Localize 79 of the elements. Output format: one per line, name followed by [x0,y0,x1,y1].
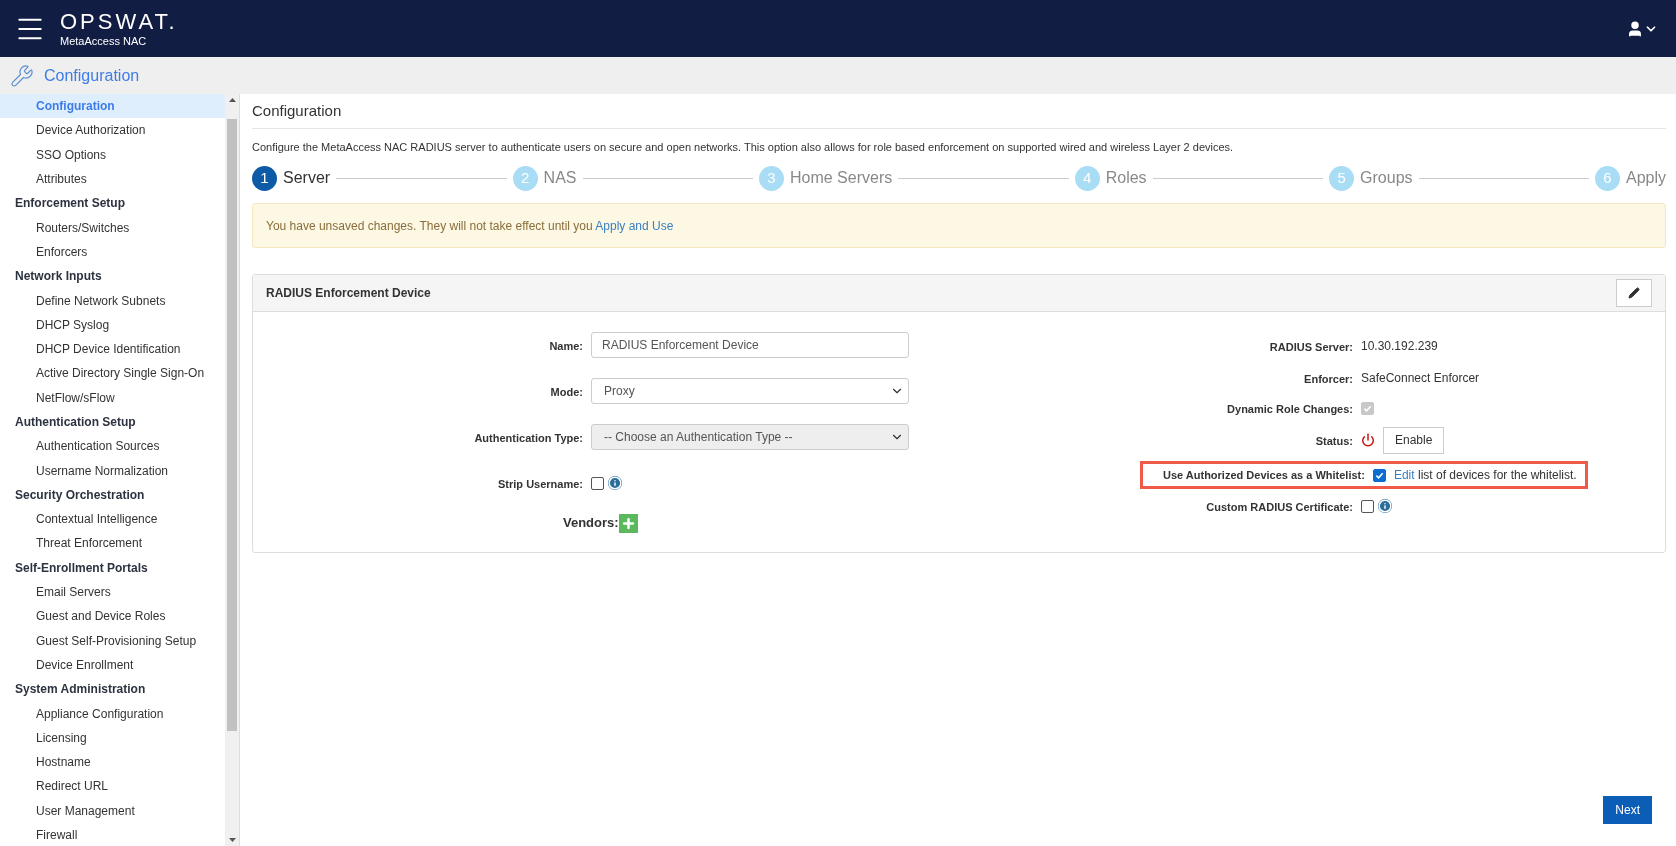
section-title: Configuration [44,65,140,86]
sidebar-item[interactable]: Appliance Configuration [0,701,225,726]
sidebar-group: Network Inputs [0,264,225,289]
sidebar-item[interactable]: Redirect URL [0,774,225,799]
alert-text: You have unsaved changes. They will not take effect until you [266,218,593,233]
checkbox[interactable] [1372,468,1386,482]
sidebar-item[interactable]: DHCP Syslog [0,312,225,337]
field-value: 10.30.192.239 [1361,338,1438,355]
power-icon [1361,433,1375,447]
sidebar-item[interactable]: Device Authorization [0,118,225,143]
user-icon [1626,19,1644,38]
wizard-step[interactable]: 6 Apply [1595,165,1667,191]
sidebar-item[interactable]: Authentication Sources [0,434,225,459]
sidebar-item[interactable]: Licensing [0,725,225,750]
wizard-step[interactable]: 5 Groups [1329,165,1413,191]
sidebar-item[interactable]: DHCP Device Identification [0,336,225,362]
field-label: Name: [549,340,583,352]
sidebar-item[interactable]: Username Normalization [0,458,225,483]
pencil-icon [1628,287,1640,299]
field-label: Mode: [550,386,583,398]
sidebar-item[interactable]: Attributes [0,166,225,192]
sidebar-group: Security Orchestration [0,482,225,508]
sidebar-item[interactable]: Routers/Switches [0,215,225,240]
text-field[interactable]: RADIUS Enforcement Device [591,332,909,358]
sidebar-item[interactable]: Guest and Device Roles [0,604,225,629]
field-label: Strip Username: [498,478,583,490]
sidebar-item[interactable]: Enforcers [0,239,225,265]
wizard-step[interactable]: 3 Home Servers [758,165,893,191]
sidebar-item[interactable]: Hostname [0,750,225,775]
sidebar-item[interactable]: Firewall [0,822,225,846]
field-label: Use Authorized Devices as a Whitelist: [1163,467,1365,483]
field-label: Authentication Type: [474,432,583,444]
field-label: Custom RADIUS Certificate: [1206,501,1353,513]
checkmark-icon [1374,470,1384,480]
sidebar-item[interactable]: Contextual Intelligence [0,507,225,532]
apply-link[interactable]: Apply and Use [595,218,674,233]
sidebar-item[interactable]: Define Network Subnets [0,288,225,313]
wizard-step[interactable]: 2 NAS [512,165,577,191]
edit-button[interactable] [1616,279,1652,307]
field-label: Dynamic Role Changes: [1227,403,1353,415]
checkmark-icon [1363,403,1372,413]
checkbox[interactable] [1361,499,1374,513]
sidebar-item[interactable]: Guest Self-Provisioning Setup [0,628,225,653]
sidebar-item[interactable]: User Management [0,798,225,823]
sidebar-item[interactable]: SSO Options [0,142,225,167]
info-icon[interactable] [1378,499,1392,513]
field-label: RADIUS Server: [1269,341,1353,353]
edit-link[interactable]: Edit [1393,468,1415,482]
link-text: list of devices for the whitelist. [1417,468,1577,482]
sidebar-item[interactable]: Device Enrollment [0,652,225,678]
sidebar-item[interactable]: NetFlow/sFlow [0,385,225,410]
info-icon[interactable] [608,476,622,490]
field-value: SafeConnect Enforcer [1361,370,1480,387]
select-field[interactable]: Proxy [591,378,909,404]
user-menu[interactable] [1626,19,1658,38]
tools-icon [10,63,34,88]
sidebar-group: Enforcement Setup [0,191,225,216]
scroll-up-icon[interactable] [228,98,236,102]
next-button[interactable]: Next [1603,796,1652,824]
page-description: Configure the MetaAccess NAC RADIUS server to authenticate users on secure and open networks. This option also allows for role based enforcement on supported wired and wireless Layer 2 devices. [252,139,1235,155]
page-title: Configuration [252,100,1666,129]
sidebar-group: System Administration [0,677,225,702]
field-label: Status: [1315,435,1353,447]
brand-logo: OPSWAT. [60,10,178,33]
scrollbar[interactable] [225,94,239,846]
field-label: Vendors: [563,514,619,533]
product-name: MetaAccess NAC [60,35,148,47]
scroll-down-icon[interactable] [228,838,236,842]
sidebar-group: Authentication Setup [0,409,225,435]
wizard-step[interactable]: 4 Roles [1074,165,1147,191]
sidebar-group: Self-Enrollment Portals [0,555,225,580]
wizard-step[interactable]: 1 Server [252,165,331,191]
enable-button[interactable]: Enable [1383,426,1445,454]
sidebar-item[interactable]: Email Servers [0,579,225,605]
panel-title: RADIUS Enforcement Device [266,285,431,302]
sidebar-item[interactable]: Threat Enforcement [0,531,225,556]
sidebar-item[interactable]: Active Directory Single Sign-On [0,361,225,386]
field-label: Enforcer: [1304,373,1353,385]
checkbox[interactable] [591,476,604,490]
